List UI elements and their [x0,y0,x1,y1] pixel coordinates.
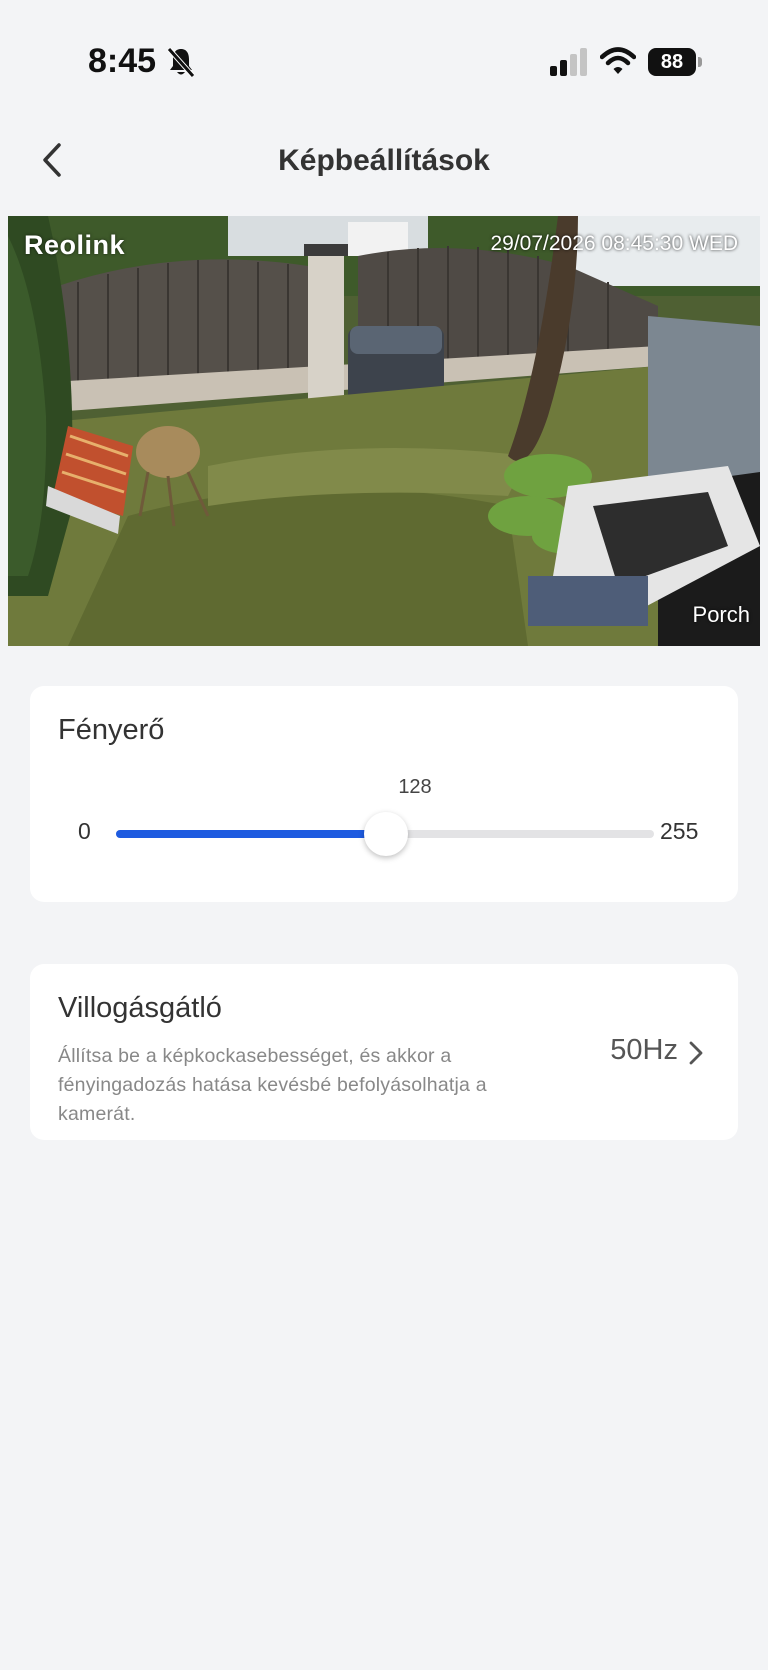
brightness-value: 128 [398,776,432,798]
camera-timestamp: 29/07/2026 08:45:30 WED [490,232,738,255]
page-title: Képbeállítások [278,144,490,177]
brightness-max: 255 [660,818,699,844]
status-time: 8:45 [88,42,157,80]
battery-cap [698,57,702,67]
image-settings-screen: 8:45 88 Képbeállítások Reolink 29/07/202… [0,0,768,1670]
camera-brand-logo: Reolink [24,230,126,260]
camera-preview[interactable]: Reolink 29/07/2026 08:45:30 WED Porch [8,216,760,646]
brightness-slider-fill [116,830,386,838]
brightness-card: Fényerő 128 0 255 [30,686,738,902]
signal-icon [550,48,587,76]
chevron-right-icon [689,1041,703,1065]
brightness-label: Fényerő [58,714,165,746]
anti-flicker-row[interactable]: Villogásgátló Állítsa be a képkockasebes… [30,964,738,1140]
wifi-icon [600,47,636,74]
header: Képbeállítások [0,120,768,216]
anti-flicker-label: Villogásgátló [58,992,222,1024]
battery-level: 88 [648,48,696,76]
anti-flicker-description: Állítsa be a képkockasebességet, és akko… [58,1045,487,1125]
camera-name: Porch [692,602,750,627]
brightness-slider-thumb[interactable] [364,812,408,856]
bell-slash-icon [167,47,195,78]
anti-flicker-value: 50Hz [610,1034,678,1066]
brightness-min: 0 [78,818,91,844]
battery-icon: 88 [648,48,702,76]
camera-scene [8,216,760,646]
status-bar: 8:45 88 [0,0,768,110]
brightness-slider[interactable] [116,812,654,856]
